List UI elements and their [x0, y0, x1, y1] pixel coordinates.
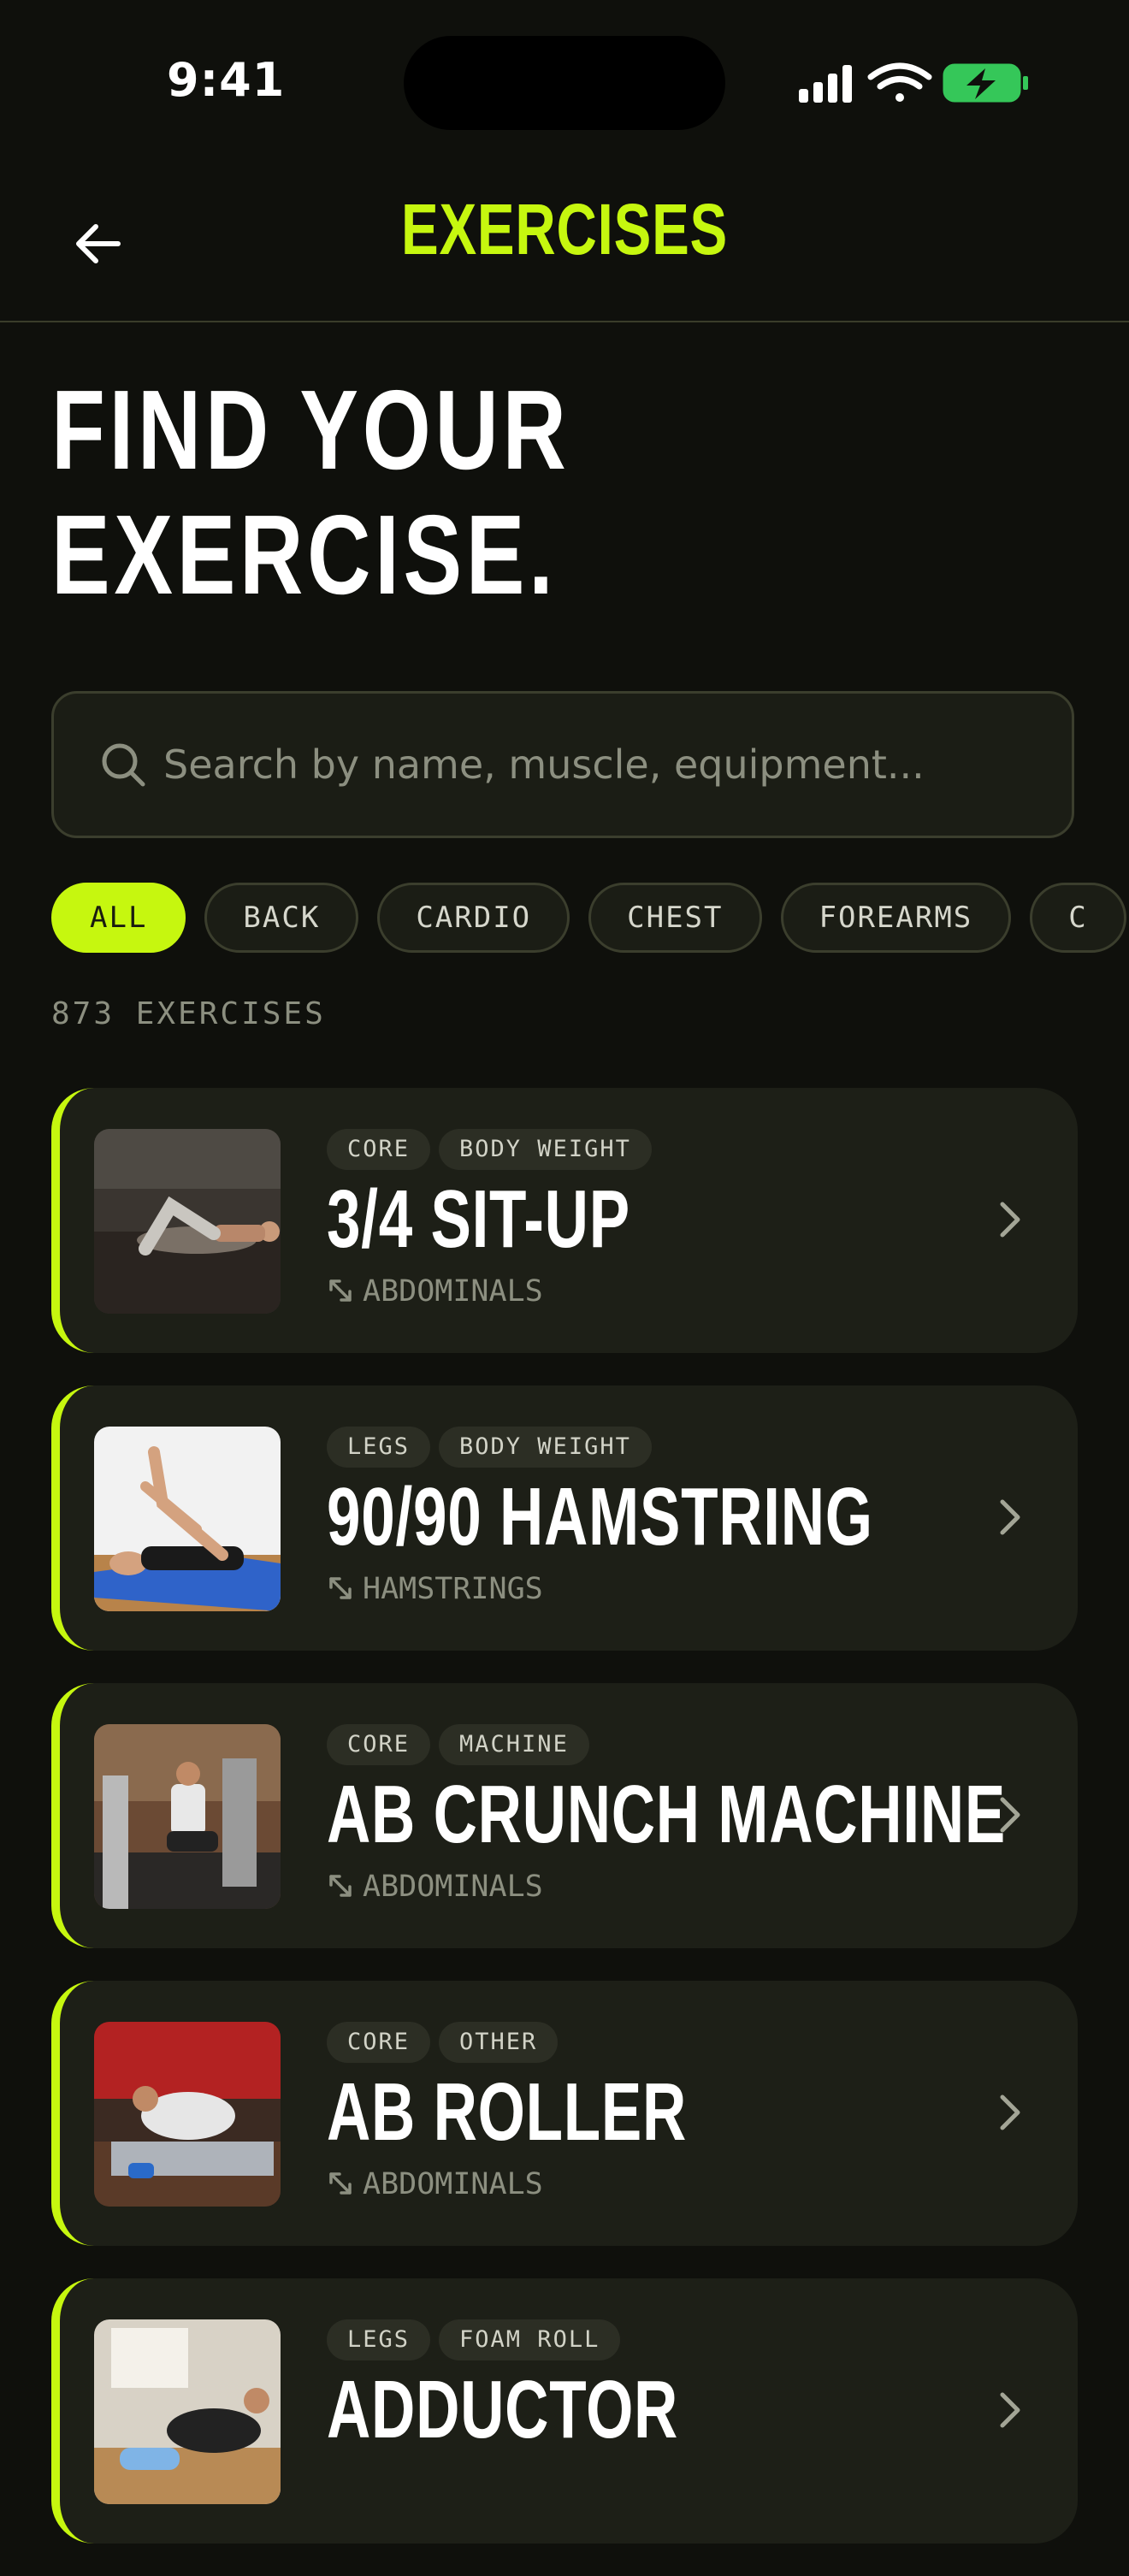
muscle-label: ABDOMINALS [363, 2167, 543, 2201]
exercise-thumbnail [94, 2319, 281, 2504]
page-title: EXERCISES [400, 189, 729, 269]
exercise-thumbnail [94, 2022, 281, 2207]
resize-arrows-icon [329, 1279, 352, 1302]
chevron-right-icon [1000, 1499, 1020, 1535]
status-bar: 9:41 [0, 0, 1129, 162]
exercise-muscle: ABDOMINALS [327, 1870, 543, 1904]
exercise-card[interactable]: CORE MACHINE AB CRUNCH MACHINE ABDOMINALS [51, 1683, 1078, 1948]
exercise-thumbnail [94, 1129, 281, 1314]
filter-chip-partial[interactable]: C [1030, 883, 1126, 953]
muscle-label: ABDOMINALS [363, 1274, 543, 1309]
filter-chip-forearms[interactable]: FOREARMS [780, 883, 1012, 953]
tag-category: CORE [327, 1724, 431, 1765]
muscle-label: ABDOMINALS [363, 1870, 543, 1904]
exercise-name: ADDUCTOR [327, 2364, 679, 2455]
exercise-name: 3/4 SIT-UP [327, 1173, 630, 1265]
exercise-tags: LEGS FOAM ROLL [327, 2319, 629, 2360]
search-input[interactable]: Search by name, muscle, equipment... [51, 691, 1074, 838]
signal-icon [799, 65, 852, 103]
exercise-list: CORE BODY WEIGHT 3/4 SIT-UP ABDOMINALS LE… [51, 1088, 1078, 2576]
exercise-name: 90/90 HAMSTRING [327, 1471, 873, 1563]
exercise-card[interactable]: CORE OTHER AB ROLLER ABDOMINALS [51, 1981, 1078, 2246]
tag-equipment: MACHINE [439, 1724, 589, 1765]
exercise-muscle: ABDOMINALS [327, 2167, 543, 2201]
chevron-right-icon [1000, 1797, 1020, 1833]
resize-arrows-icon [329, 1875, 352, 1897]
hero-line-2: EXERCISE. [51, 492, 558, 617]
filter-chip-back[interactable]: BACK [204, 883, 359, 953]
tag-category: LEGS [327, 2319, 431, 2360]
filter-chips: ALL BACK CARDIO CHEST FOREARMS C [51, 883, 1129, 954]
filter-chip-all[interactable]: ALL [51, 883, 186, 953]
search-placeholder: Search by name, muscle, equipment... [163, 741, 925, 788]
chevron-right-icon [1000, 1202, 1020, 1238]
exercise-card[interactable]: LEGS BODY WEIGHT 90/90 HAMSTRING HAMSTRIN… [51, 1385, 1078, 1651]
hero-heading: FIND YOUR EXERCISE. [51, 368, 570, 617]
tag-equipment: BODY WEIGHT [439, 1427, 652, 1468]
hero-line-1: FIND YOUR [51, 367, 570, 493]
chevron-right-icon [1000, 2392, 1020, 2428]
dynamic-island [404, 36, 725, 130]
wifi-icon [867, 62, 932, 102]
exercise-thumbnail [94, 1724, 281, 1909]
nav-bar: EXERCISES [0, 162, 1129, 322]
filter-chip-cardio[interactable]: CARDIO [377, 883, 570, 953]
exercise-card[interactable]: LEGS FOAM ROLL ADDUCTOR [51, 2278, 1078, 2544]
tag-equipment: FOAM ROLL [439, 2319, 621, 2360]
exercise-tags: CORE BODY WEIGHT [327, 1129, 660, 1170]
exercise-name: AB ROLLER [327, 2066, 688, 2158]
tag-equipment: OTHER [439, 2022, 559, 2063]
exercise-thumbnail [94, 1427, 281, 1611]
tag-equipment: BODY WEIGHT [439, 1129, 652, 1170]
status-icons [799, 62, 1028, 103]
resize-arrows-icon [329, 1577, 352, 1599]
back-arrow-icon[interactable] [68, 214, 128, 274]
exercise-count: 873 EXERCISES [51, 996, 326, 1031]
tag-category: CORE [327, 2022, 431, 2063]
tag-category: CORE [327, 1129, 431, 1170]
exercise-card[interactable]: CORE BODY WEIGHT 3/4 SIT-UP ABDOMINALS [51, 1088, 1078, 1353]
exercise-muscle: ABDOMINALS [327, 1274, 543, 1309]
status-time: 9:41 [167, 53, 286, 107]
battery-charging-icon [943, 63, 1028, 103]
exercise-name: AB CRUNCH MACHINE [327, 1769, 1006, 1860]
chevron-right-icon [1000, 2094, 1020, 2130]
tag-category: LEGS [327, 1427, 431, 1468]
resize-arrows-icon [329, 2172, 352, 2195]
exercise-tags: CORE OTHER [327, 2022, 566, 2063]
muscle-label: HAMSTRINGS [363, 1572, 543, 1606]
exercise-tags: LEGS BODY WEIGHT [327, 1427, 660, 1468]
filter-chip-chest[interactable]: CHEST [588, 883, 762, 953]
search-icon [102, 743, 145, 787]
exercise-tags: CORE MACHINE [327, 1724, 598, 1765]
exercise-muscle: HAMSTRINGS [327, 1572, 543, 1606]
